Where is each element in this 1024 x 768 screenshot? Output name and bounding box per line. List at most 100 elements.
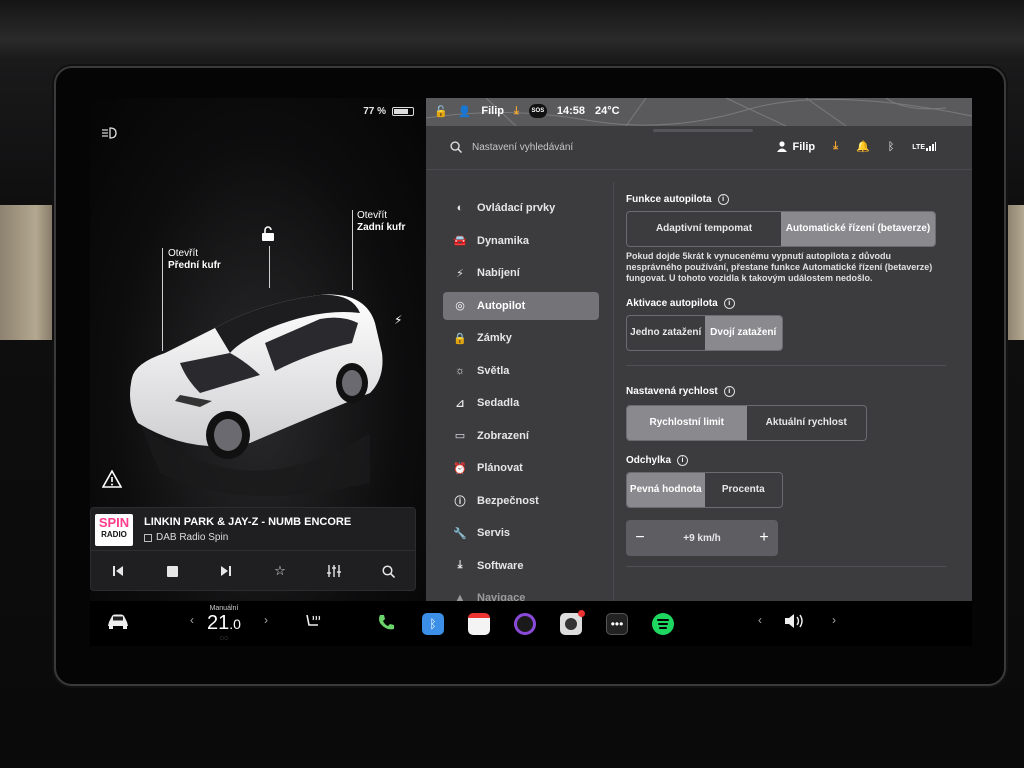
option-current-speed[interactable]: Aktuální rychlost: [747, 406, 867, 440]
nav-item-autopilot[interactable]: ◎ Autopilot: [443, 291, 599, 320]
seat-icon: ⊿: [455, 397, 465, 410]
nav-item-label: Zobrazení: [477, 429, 529, 442]
increase-button[interactable]: +: [750, 529, 778, 547]
option-autosteer[interactable]: Automatické řízení (betaverze): [781, 212, 935, 246]
info-icon[interactable]: i: [717, 194, 729, 205]
offset-value: +9 km/h: [683, 532, 721, 544]
option-fixed-value[interactable]: Pevná hodnota: [627, 473, 705, 507]
nav-item-světla[interactable]: ☼ Světla: [443, 357, 599, 385]
option-percent[interactable]: Procenta: [705, 473, 783, 507]
charge-port-icon[interactable]: ⚡: [394, 313, 402, 327]
spotify-icon[interactable]: [652, 613, 674, 635]
volume-icon[interactable]: [784, 613, 806, 629]
map-strip[interactable]: 🔓 👤 Filip ⤓ SOS 14:58 24°C: [426, 98, 972, 126]
sos-button[interactable]: SOS: [528, 104, 547, 118]
trunk-open-button[interactable]: Otevřít Zadní kufr: [357, 210, 405, 234]
features-selector: Adaptivní tempomat Automatické řízení (b…: [626, 211, 936, 247]
station-label: DAB Radio Spin: [156, 532, 229, 543]
nav-item-plánovat[interactable]: ⏰ Plánovat: [443, 454, 599, 482]
battery-fill: [394, 109, 408, 114]
phone-icon[interactable]: [376, 613, 396, 633]
info-icon[interactable]: i: [723, 386, 735, 397]
camera-icon[interactable]: [514, 613, 536, 635]
media-search-icon[interactable]: [376, 559, 400, 583]
status-user[interactable]: Filip: [481, 105, 504, 117]
frunk-open-button[interactable]: Otevřít Přední kufr: [168, 248, 221, 272]
equalizer-icon[interactable]: [322, 559, 346, 583]
temp-decrease[interactable]: ‹: [190, 613, 194, 627]
nav-item-servis[interactable]: 🔧 Servis: [443, 519, 599, 547]
toggle-icon: ◐: [456, 202, 464, 214]
profile-icon[interactable]: 👤: [458, 105, 472, 118]
frunk-action: Otevřít: [168, 248, 199, 259]
option-double-pull[interactable]: Dvojí zatažení: [704, 316, 782, 350]
option-adaptive-cruise[interactable]: Adaptivní tempomat: [627, 212, 781, 246]
stop-icon[interactable]: [160, 559, 184, 583]
nav-item-dynamika[interactable]: 🚘 Dynamika: [443, 227, 599, 255]
headlight-icon[interactable]: [100, 126, 118, 140]
now-playing[interactable]: SPIN RADIO LINKIN PARK & JAY-Z - NUMB EN…: [91, 508, 415, 551]
station-name: DAB Radio Spin: [144, 532, 228, 543]
status-bar: 🔓 👤 Filip ⤓ SOS 14:58 24°C: [434, 104, 620, 118]
activation-title-text: Aktivace autopilota: [626, 298, 718, 309]
touchscreen: 77 % Otevřít Přední kufr Otevřít Zadní k…: [90, 98, 972, 646]
nav-item-nabíjení[interactable]: ⚡ Nabíjení: [443, 259, 599, 287]
drag-handle[interactable]: [653, 129, 753, 132]
sun-icon: ☼: [454, 364, 466, 377]
settings-search[interactable]: Nastavení vyhledávání: [450, 141, 573, 153]
option-speed-limit[interactable]: Rychlostní limit: [627, 406, 747, 440]
decrease-button[interactable]: −: [626, 529, 654, 547]
activation-selector: Jedno zatažení Dvojí zatažení: [626, 315, 783, 351]
seat-heater-icon[interactable]: [304, 613, 322, 631]
next-icon[interactable]: [214, 559, 238, 583]
steering-wheel-icon: ◎: [455, 300, 465, 312]
download-status-icon[interactable]: ⤓: [514, 105, 519, 118]
unlock-icon[interactable]: [261, 226, 275, 242]
star-icon[interactable]: ☆: [268, 559, 292, 583]
calendar-icon[interactable]: [468, 613, 490, 635]
profile-name: Filip: [792, 140, 816, 153]
bottom-dock: ‹ Manuální 21.0 ◌◌ › ᛒ ••• ‹ ›: [90, 601, 972, 646]
section-divider: [626, 365, 946, 366]
battery-icon: [392, 107, 414, 116]
bluetooth-icon[interactable]: ᛒ: [888, 141, 895, 153]
nav-item-zobrazení[interactable]: ▭ Zobrazení: [443, 422, 599, 450]
volume-up[interactable]: ›: [832, 613, 836, 627]
fan-icon: ◌◌: [219, 635, 229, 642]
option-single-pull[interactable]: Jedno zatažení: [627, 316, 705, 350]
climate-control[interactable]: Manuální 21.0 ◌◌: [207, 605, 241, 642]
wood-trim-left: [0, 205, 60, 340]
shield-icon: ⓘ: [454, 495, 466, 508]
warning-icon[interactable]: [102, 470, 122, 488]
nav-item-label: Světla: [477, 364, 510, 377]
prev-icon[interactable]: [106, 559, 130, 583]
more-apps-icon[interactable]: •••: [606, 613, 628, 635]
climate-mode: Manuální: [209, 605, 239, 612]
volume-down[interactable]: ‹: [758, 613, 762, 627]
settings-nav: ◐ Ovládací prvky 🚘 Dynamika ⚡ Nabíjení ◎ Autopi…: [443, 194, 599, 617]
logo-top-text: SPIN: [98, 515, 130, 530]
nav-item-ovládací-prvky[interactable]: ◐ Ovládací prvky: [443, 194, 599, 222]
temp-increase[interactable]: ›: [264, 613, 268, 627]
temp-dec: .0: [229, 616, 241, 632]
features-title-text: Funkce autopilota: [626, 194, 712, 205]
lock-status-icon[interactable]: 🔓: [434, 105, 448, 118]
info-icon[interactable]: i: [677, 455, 689, 466]
car-icon[interactable]: [106, 613, 130, 629]
temp-int: 21: [207, 612, 230, 634]
nav-item-bezpečnost[interactable]: ⓘ Bezpečnost: [443, 487, 599, 515]
car-3d-model: [130, 294, 383, 496]
nav-item-zámky[interactable]: 🔒 Zámky: [443, 324, 599, 352]
dashcam-icon[interactable]: [560, 610, 585, 635]
offset-selector: Pevná hodnota Procenta: [626, 472, 783, 508]
nav-item-label: Bezpečnost: [477, 494, 539, 507]
info-icon[interactable]: i: [723, 298, 735, 309]
nav-item-sedadla[interactable]: ⊿ Sedadla: [443, 389, 599, 417]
bluetooth-app-icon[interactable]: ᛒ: [422, 613, 444, 635]
media-player: SPIN RADIO LINKIN PARK & JAY-Z - NUMB EN…: [90, 507, 416, 591]
battery-percent: 77 %: [363, 106, 386, 117]
download-icon[interactable]: ⤓: [833, 140, 838, 153]
profile-button[interactable]: Filip: [776, 140, 816, 153]
nav-item-software[interactable]: ⤓ Software: [443, 552, 599, 580]
bell-icon[interactable]: 🔔: [856, 140, 870, 153]
